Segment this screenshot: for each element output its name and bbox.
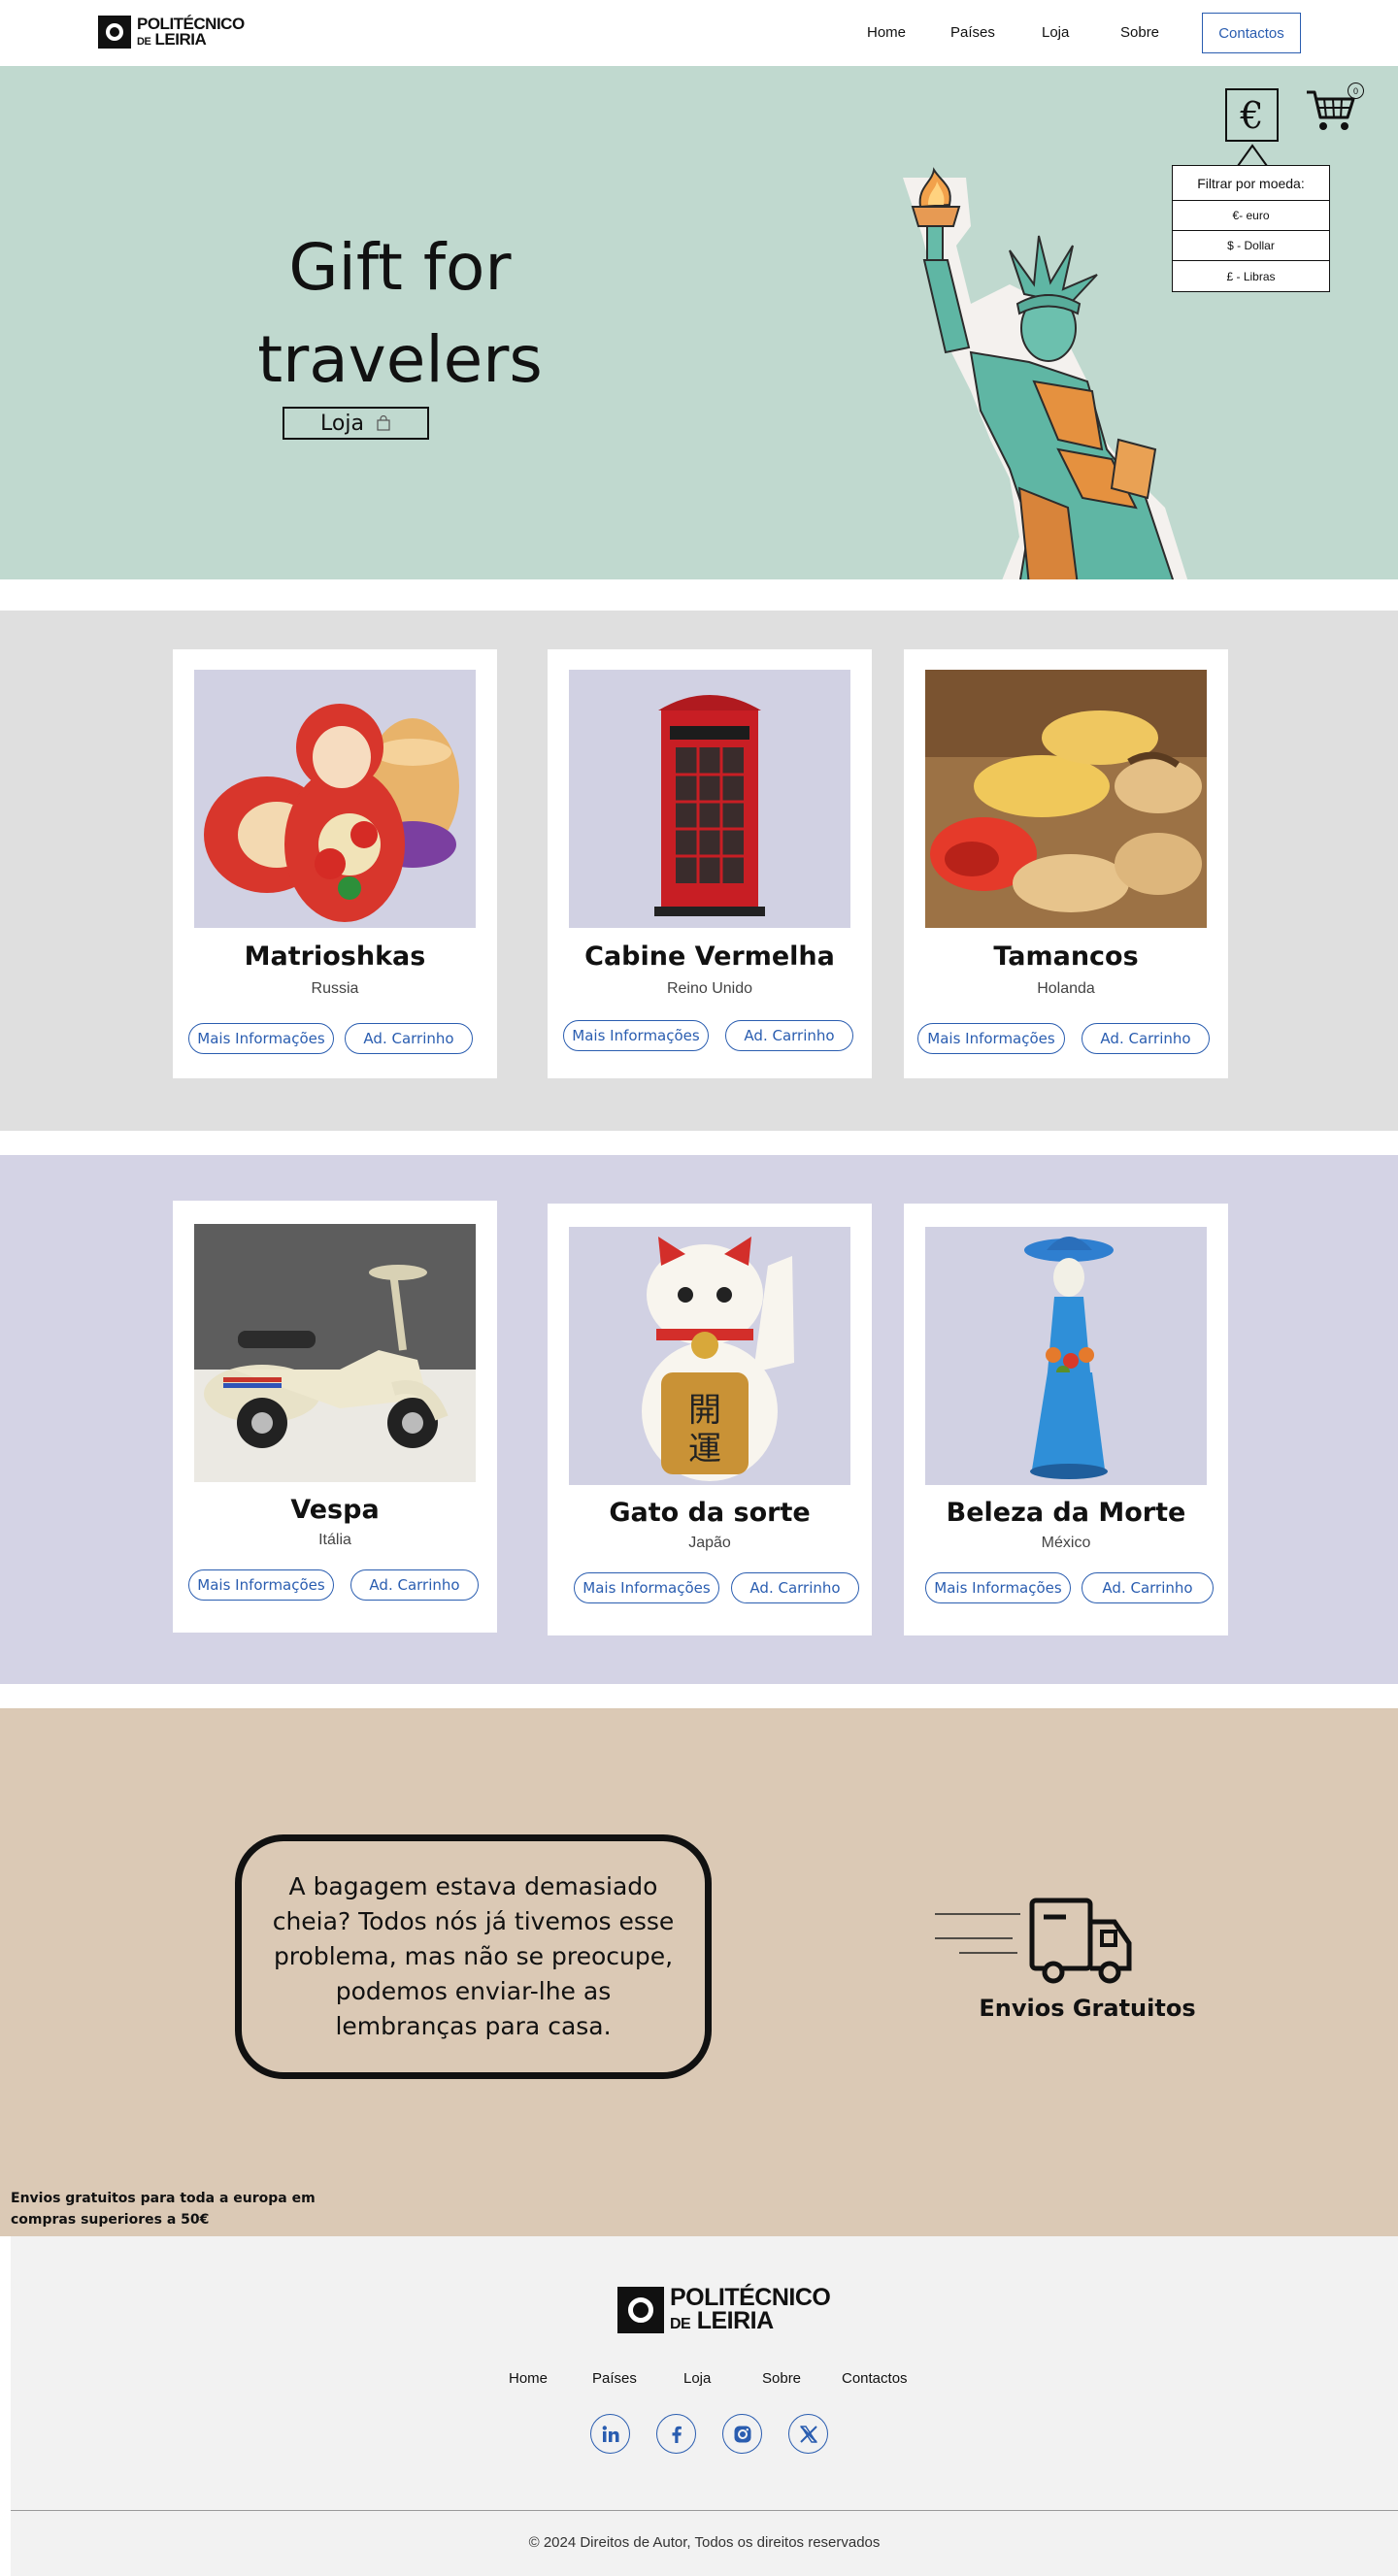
product-image-beleza-da-morte xyxy=(925,1227,1207,1485)
free-shipping-label: Envios Gratuitos xyxy=(979,1995,1196,2022)
add-to-cart-button[interactable]: Ad. Carrinho xyxy=(345,1023,473,1054)
products-section-2: Vespa Itália Mais Informações Ad. Carrin… xyxy=(0,1155,1398,1684)
footer-nav-contactos[interactable]: Contactos xyxy=(842,2370,908,2387)
svg-text:開: 開 xyxy=(688,1391,721,1430)
product-card: Cabine Vermelha Reino Unido Mais Informa… xyxy=(548,649,872,1078)
site-header: POLITÉCNICO DE LEIRIA Home Países Loja S… xyxy=(0,0,1398,66)
filter-option-dollar[interactable]: $ - Dollar xyxy=(1173,231,1329,261)
product-card: Matrioshkas Russia Mais Informações Ad. … xyxy=(173,649,497,1078)
hero-title: Gift for travelers xyxy=(257,230,543,397)
logo-line2: LEIRIA xyxy=(154,30,207,49)
product-card: 開 運 Gato da sorte Japão Mais Informações… xyxy=(548,1204,872,1635)
product-image-cabine-vermelha xyxy=(569,670,850,928)
more-info-button[interactable]: Mais Informações xyxy=(188,1569,334,1601)
footer-divider xyxy=(11,2510,1398,2511)
product-name: Cabine Vermelha xyxy=(584,941,835,972)
product-country: Japão xyxy=(688,1535,731,1551)
facebook-icon[interactable] xyxy=(656,2414,696,2454)
footer-nav-paises[interactable]: Países xyxy=(592,2370,637,2387)
more-info-button[interactable]: Mais Informações xyxy=(563,1020,709,1051)
nav-home[interactable]: Home xyxy=(867,24,906,41)
shipping-section: A bagagem estava demasiado cheia? Todos … xyxy=(0,1708,1398,2236)
site-logo[interactable]: POLITÉCNICO DE LEIRIA xyxy=(98,16,245,49)
product-name: Gato da sorte xyxy=(609,1498,811,1528)
product-card: Tamancos Holanda Mais Informações Ad. Ca… xyxy=(904,649,1228,1078)
add-to-cart-button[interactable]: Ad. Carrinho xyxy=(731,1572,859,1603)
product-image-gato-da-sorte: 開 運 xyxy=(569,1227,850,1485)
product-name: Beleza da Morte xyxy=(946,1498,1186,1528)
footer-nav-loja[interactable]: Loja xyxy=(683,2370,711,2387)
logo-line2-small: DE xyxy=(137,36,151,48)
linkedin-icon[interactable] xyxy=(590,2414,630,2454)
product-name: Matrioshkas xyxy=(244,941,426,972)
logo-mark-icon xyxy=(617,2287,664,2333)
product-image-matrioshkas xyxy=(194,670,476,928)
site-footer: POLITÉCNICO DE LEIRIA Home Países Loja S… xyxy=(11,2236,1398,2576)
add-to-cart-button[interactable]: Ad. Carrinho xyxy=(350,1569,479,1601)
add-to-cart-button[interactable]: Ad. Carrinho xyxy=(725,1020,853,1051)
footer-logo-line2: LEIRIA xyxy=(696,2307,774,2334)
product-card: Vespa Itália Mais Informações Ad. Carrin… xyxy=(173,1201,497,1633)
filter-title: Filtrar por moeda: xyxy=(1173,166,1329,201)
footer-logo-line2-small: DE xyxy=(670,2316,691,2332)
more-info-button[interactable]: Mais Informações xyxy=(917,1023,1065,1054)
svg-text:運: 運 xyxy=(688,1430,721,1469)
product-name: Tamancos xyxy=(993,941,1139,972)
shopping-bag-icon xyxy=(377,415,390,431)
product-country: Holanda xyxy=(1037,980,1095,997)
product-country: Itália xyxy=(318,1532,351,1548)
delivery-truck-icon xyxy=(935,1898,1132,1984)
hero-banner: Gift for travelers Loja € 0 Filtrar por … xyxy=(0,66,1398,579)
filter-option-libras[interactable]: £ - Libras xyxy=(1173,261,1329,291)
more-info-button[interactable]: Mais Informações xyxy=(574,1572,719,1603)
products-section-1: Matrioshkas Russia Mais Informações Ad. … xyxy=(0,611,1398,1131)
product-country: Russia xyxy=(311,980,359,997)
luggage-message-bubble: A bagagem estava demasiado cheia? Todos … xyxy=(235,1834,712,2079)
currency-filter-dropdown: Filtrar por moeda: €- euro $ - Dollar £ … xyxy=(1172,165,1330,292)
footer-nav-sobre[interactable]: Sobre xyxy=(762,2370,801,2387)
nav-paises[interactable]: Países xyxy=(950,24,995,41)
footer-logo[interactable]: POLITÉCNICO DE LEIRIA xyxy=(617,2286,831,2334)
x-icon[interactable] xyxy=(788,2414,828,2454)
product-card: Beleza da Morte México Mais Informações … xyxy=(904,1204,1228,1635)
product-name: Vespa xyxy=(290,1495,380,1525)
filter-option-euro[interactable]: €- euro xyxy=(1173,201,1329,231)
footer-nav-home[interactable]: Home xyxy=(509,2370,548,2387)
add-to-cart-button[interactable]: Ad. Carrinho xyxy=(1082,1572,1214,1603)
shop-button[interactable]: Loja xyxy=(283,407,429,440)
logo-mark-icon xyxy=(98,16,131,49)
product-country: México xyxy=(1041,1535,1091,1551)
cart-count-badge: 0 xyxy=(1348,83,1364,99)
product-image-vespa xyxy=(194,1224,476,1482)
nav-contactos-button[interactable]: Contactos xyxy=(1202,13,1301,53)
free-shipping-note: Envios gratuitos para toda a europa em c… xyxy=(11,2191,316,2228)
nav-loja[interactable]: Loja xyxy=(1042,24,1069,41)
dropdown-pointer xyxy=(1237,144,1268,167)
more-info-button[interactable]: Mais Informações xyxy=(188,1023,334,1054)
add-to-cart-button[interactable]: Ad. Carrinho xyxy=(1082,1023,1210,1054)
instagram-icon[interactable] xyxy=(722,2414,762,2454)
statue-of-liberty-image xyxy=(903,167,1188,579)
product-country: Reino Unido xyxy=(666,980,753,997)
copyright-text: © 2024 Direitos de Autor, Todos os direi… xyxy=(528,2534,881,2551)
currency-toggle[interactable]: € xyxy=(1225,88,1279,142)
product-image-tamancos xyxy=(925,670,1207,928)
more-info-button[interactable]: Mais Informações xyxy=(925,1572,1071,1603)
nav-sobre[interactable]: Sobre xyxy=(1120,24,1159,41)
